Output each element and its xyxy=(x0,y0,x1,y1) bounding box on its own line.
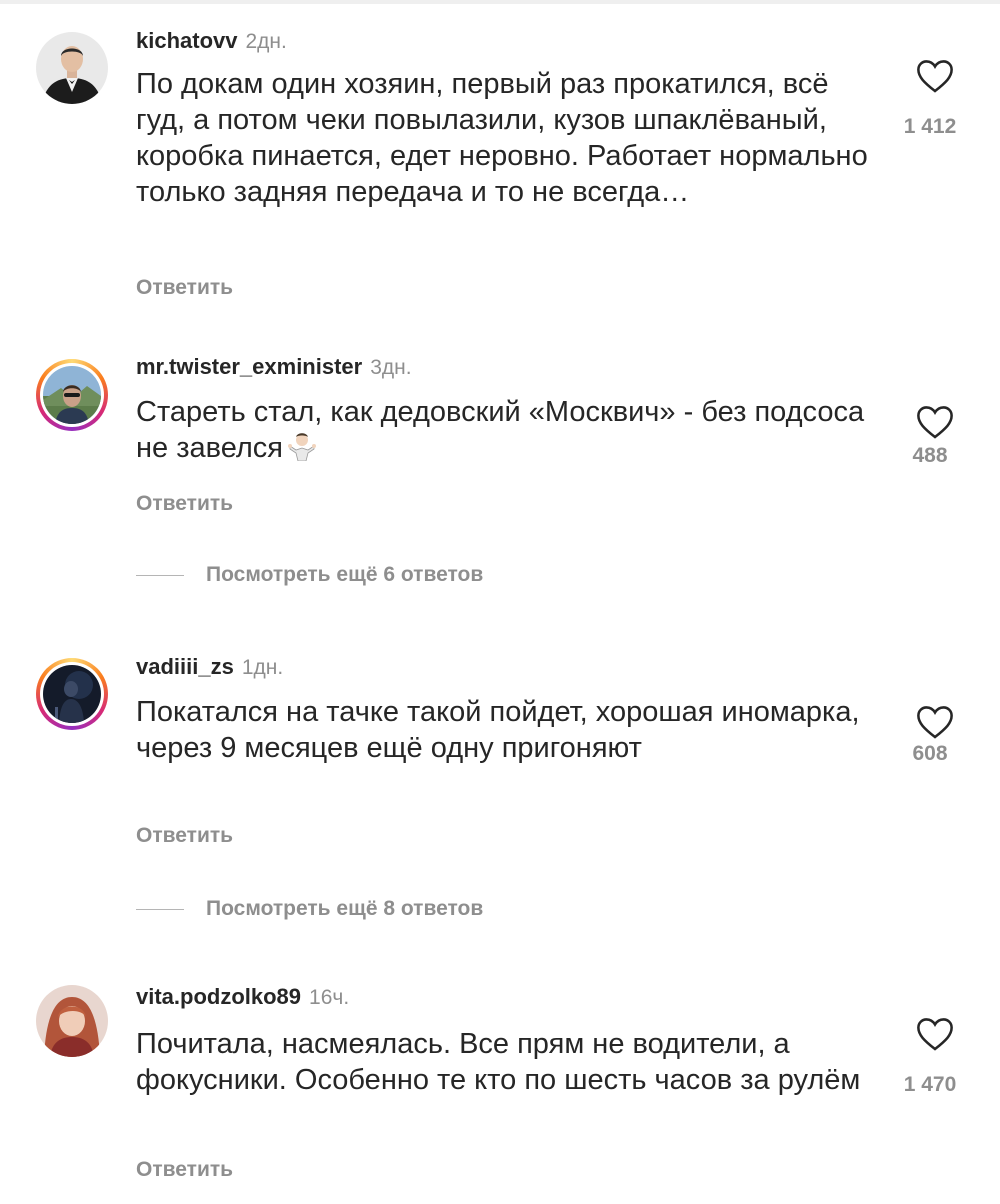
timestamp: 3дн. xyxy=(370,356,412,379)
avatar[interactable] xyxy=(36,985,108,1057)
view-more-replies-label: Посмотреть ещё 8 ответов xyxy=(206,897,484,920)
username[interactable]: mr.twister_exminister xyxy=(136,354,362,379)
username[interactable]: vita.podzolko89 xyxy=(136,984,301,1009)
avatar[interactable] xyxy=(36,359,108,431)
comment-text: По докам один хозяин, первый раз прокати… xyxy=(136,68,868,208)
story-ring xyxy=(36,359,108,431)
view-more-replies-button[interactable]: Посмотреть ещё 8 ответов xyxy=(136,897,483,921)
avatar[interactable] xyxy=(36,658,108,730)
timestamp: 1дн. xyxy=(241,656,284,679)
comment-text: Почитала, насмеялась. Все прям не водите… xyxy=(136,1028,861,1096)
reply-divider-line xyxy=(136,908,184,910)
username[interactable]: kichatovv xyxy=(136,28,238,53)
heart-icon[interactable] xyxy=(916,58,954,94)
like-count: 488 xyxy=(912,444,948,467)
username[interactable]: vadiiii_zs xyxy=(136,654,234,679)
comment-text-body: Стареть стал, как дедовский «Москвич» - … xyxy=(136,396,865,464)
like-count: 1 412 xyxy=(903,115,957,138)
comment-header: kichatovv 2дн. xyxy=(136,28,287,54)
comment-header: vadiiii_zs 1дн. xyxy=(136,654,283,680)
reply-button[interactable]: Ответить xyxy=(136,276,233,300)
story-ring xyxy=(36,658,108,730)
top-divider xyxy=(0,0,1000,4)
avatar[interactable] xyxy=(36,32,108,104)
heart-icon[interactable] xyxy=(916,404,954,440)
reply-button[interactable]: Ответить xyxy=(136,1158,233,1182)
reply-divider-line xyxy=(136,574,184,576)
like-count: 608 xyxy=(912,742,948,765)
timestamp: 16ч. xyxy=(309,986,350,1009)
avatar-dark-figure-icon xyxy=(43,665,101,723)
timestamp: 2дн. xyxy=(245,30,287,53)
comment-text: Стареть стал, как дедовский «Москвич» - … xyxy=(136,394,876,470)
comment-text: Покатался на тачке такой пойдет, хорошая… xyxy=(136,696,860,764)
heart-icon[interactable] xyxy=(916,1016,954,1052)
avatar-man-in-suit-icon xyxy=(36,32,108,104)
comment-header: mr.twister_exminister 3дн. xyxy=(136,354,412,380)
comment-header: vita.podzolko89 16ч. xyxy=(136,984,349,1010)
view-more-replies-label: Посмотреть ещё 6 ответов xyxy=(206,563,484,586)
view-more-replies-button[interactable]: Посмотреть ещё 6 ответов xyxy=(136,563,483,587)
reply-button[interactable]: Ответить xyxy=(136,492,233,516)
like-count: 1 470 xyxy=(903,1073,957,1096)
heart-icon[interactable] xyxy=(916,704,954,740)
shrug-emoji-icon xyxy=(287,431,317,470)
reply-button[interactable]: Ответить xyxy=(136,824,233,848)
avatar-man-outdoors-icon xyxy=(43,366,101,424)
avatar-woman-red-hair-icon xyxy=(36,985,108,1057)
